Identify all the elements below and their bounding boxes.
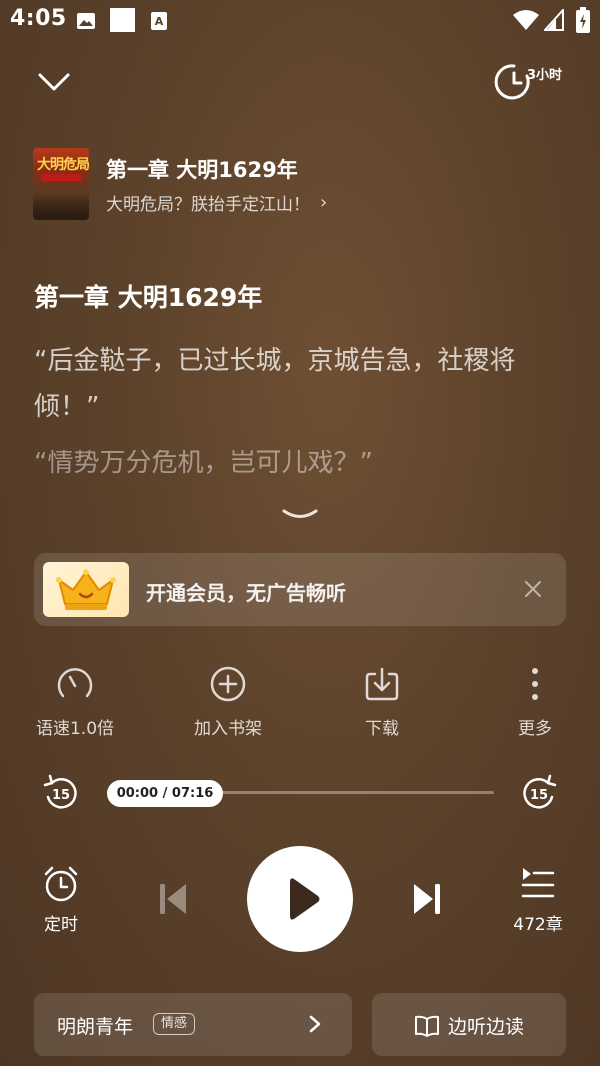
more-label: 更多 (518, 719, 552, 739)
battery-charging-icon (576, 7, 590, 33)
cover-artwork (33, 194, 89, 220)
voice-name: 明朗青年 (57, 1016, 134, 1038)
speed-button[interactable]: 语速1.0倍 (25, 664, 125, 739)
playlist-icon (521, 868, 555, 898)
timer-button[interactable]: 定时 (30, 864, 92, 935)
next-track-icon[interactable] (410, 881, 444, 917)
rewind-15-icon[interactable]: 15 (40, 773, 80, 813)
cover-subtitle-band (41, 174, 81, 181)
signal-icon (544, 9, 564, 31)
wifi-icon (513, 10, 539, 30)
blank-notification-icon (110, 8, 135, 32)
listen-and-read-label: 边听边读 (448, 1016, 525, 1038)
book-cover[interactable]: 大明危局 (33, 148, 89, 220)
chapter-list-button[interactable]: 472章 (508, 864, 568, 935)
image-notification-icon (77, 13, 95, 29)
timer-label: 定时 (44, 915, 78, 935)
voice-selector-button[interactable]: 明朗青年 情感 (34, 993, 352, 1056)
collapse-chevron-icon[interactable] (36, 64, 72, 100)
close-icon[interactable] (522, 578, 544, 600)
book-name-link[interactable]: 大明危局？朕抬手定江山！ › (106, 190, 327, 215)
svg-text:15: 15 (530, 788, 548, 803)
forward-15-icon[interactable]: 15 (520, 773, 560, 813)
sleep-timer-button[interactable]: 3小时 (494, 62, 566, 102)
text-paragraph-faded: “情势万分危机，岂可儿戏？” (34, 450, 574, 476)
book-name: 大明危局？朕抬手定江山！ (106, 195, 310, 215)
speedometer-icon (57, 668, 93, 698)
chevron-right-icon: › (320, 192, 328, 213)
chapter-count-label: 472章 (513, 915, 563, 935)
text-paragraph: “后金鞑子，已过长城，京城告急，社稷将倾！” (34, 346, 516, 422)
add-to-shelf-label: 加入书架 (194, 719, 262, 739)
svg-text:A: A (155, 15, 164, 28)
progress-time[interactable]: 00:00 / 07:16 (107, 780, 223, 807)
chapter-heading: 第一章 大明1629年 (34, 283, 263, 312)
text-paragraph-faded-text: “情势万分危机，岂可儿戏？” (34, 450, 373, 476)
download-button[interactable]: 下载 (332, 664, 432, 739)
previous-track-icon[interactable] (156, 881, 190, 917)
speed-label: 语速1.0倍 (35, 719, 115, 739)
app-notification-icon: A (151, 12, 167, 30)
svg-text:15: 15 (52, 788, 70, 803)
open-book-icon (415, 1015, 439, 1037)
listen-and-read-button[interactable]: 边听边读 (372, 993, 566, 1056)
cover-title: 大明危局 (37, 157, 89, 173)
voice-tag-badge: 情感 (153, 1013, 196, 1035)
crown-icon (43, 562, 129, 617)
more-button[interactable]: 更多 (485, 664, 585, 739)
play-button[interactable] (247, 846, 353, 952)
download-icon (365, 667, 399, 701)
current-chapter-title: 第一章 大明1629年 (106, 158, 298, 182)
status-bar: 4:05 A (0, 0, 600, 42)
vip-banner-text: 开通会员，无广告畅听 (146, 581, 346, 605)
chevron-right-icon (309, 1015, 321, 1033)
play-icon (290, 878, 320, 920)
sleep-timer-label: 3小时 (527, 68, 563, 83)
add-to-shelf-button[interactable]: 加入书架 (178, 664, 278, 739)
add-circle-icon (210, 666, 246, 702)
status-time: 4:05 (10, 6, 67, 31)
vip-banner[interactable]: 开通会员，无广告畅听 (34, 553, 566, 626)
alarm-clock-icon (44, 866, 78, 902)
download-label: 下载 (365, 719, 399, 739)
expand-text-chevron-icon[interactable] (282, 506, 318, 524)
more-vertical-icon (532, 668, 538, 700)
